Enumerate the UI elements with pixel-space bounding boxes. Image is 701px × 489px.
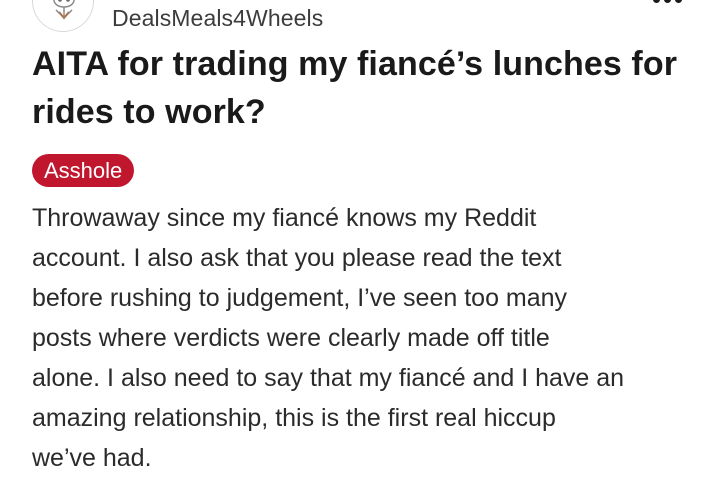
author-avatar[interactable] <box>32 0 94 32</box>
more-dot <box>664 0 671 3</box>
post-body-line: amazing relationship, this is the first … <box>32 404 556 432</box>
post-body-line: before rushing to judgement, I’ve seen t… <box>32 284 568 312</box>
post-body: Throwaway since my fiancé knows my Reddi… <box>32 198 694 478</box>
post-body-line: we’ve had. <box>32 444 152 472</box>
post-body-line: posts where verdicts were clearly made o… <box>32 324 550 352</box>
post-body-line: account. I also ask that you please read… <box>32 244 562 272</box>
post-body-line: Throwaway since my fiancé knows my Reddi… <box>32 204 537 232</box>
post-body-line: alone. I also need to say that my fiancé… <box>32 364 625 392</box>
post-flair-badge[interactable]: Asshole <box>32 154 135 187</box>
more-options-icon[interactable] <box>653 0 682 6</box>
post-header: DealsMeals4Wheels <box>32 0 692 36</box>
more-dot <box>653 0 660 3</box>
post-title[interactable]: AITA for trading my fiancé’s lunches for… <box>32 40 692 136</box>
author-username[interactable]: DealsMeals4Wheels <box>112 5 323 32</box>
snoo-avatar-icon <box>53 0 75 20</box>
more-dot <box>675 0 682 3</box>
